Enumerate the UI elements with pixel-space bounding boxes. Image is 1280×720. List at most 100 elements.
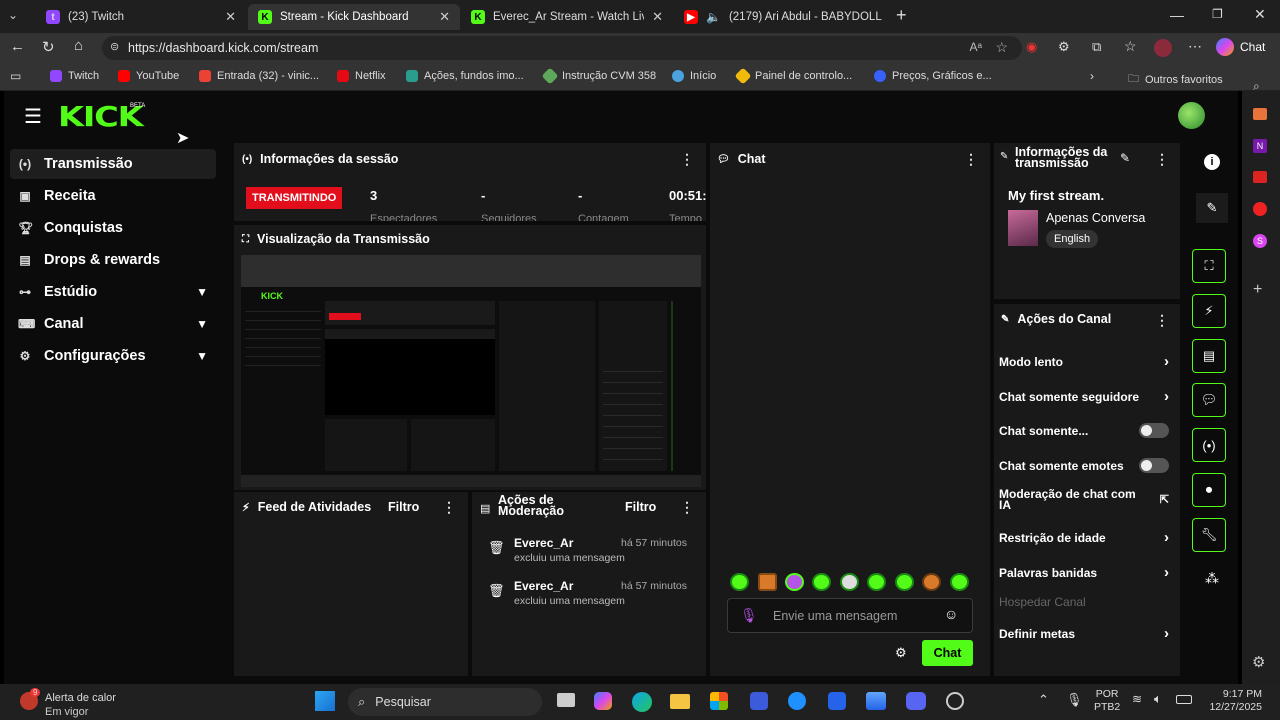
bookmark-twitch[interactable]: Twitch [50,70,99,82]
action-ai-moderation[interactable]: Moderação de chat com IA ⇱ [999,488,1169,511]
favorites-icon[interactable]: ☆ [1124,38,1137,55]
app-s-icon[interactable]: S [1253,234,1267,248]
info-icon[interactable]: i [1204,154,1220,170]
read-aloud-icon[interactable]: Aᵃ [970,40,982,54]
chat-settings-icon[interactable]: ⚙ [895,645,907,661]
microphone-icon[interactable]: 🎙︎ [740,607,758,624]
chevron-down-icon[interactable]: ▼ [196,317,208,331]
onenote-icon[interactable]: N [1253,139,1267,153]
reload-icon[interactable]: ↻ [42,38,55,56]
chevron-down-icon[interactable]: ▼ [196,349,208,363]
nav-drops[interactable]: ▤ Drops & rewards [10,245,216,275]
bookmark-cvm[interactable]: Instrução CVM 358 [541,67,656,85]
chevron-down-icon[interactable]: ▼ [196,285,208,299]
favorite-star-icon[interactable]: ☆ [995,39,1008,56]
split-screen-icon[interactable]: ⧉ [1092,39,1101,55]
minimize-button[interactable]: — [1170,7,1184,23]
youtube-icon[interactable] [1253,202,1267,216]
action-followers-only[interactable]: Chat somente seguidore › [999,388,1169,405]
apps-icon[interactable]: ⁂ [1205,570,1219,587]
video-toggle-icon[interactable]: ⏺ [1192,473,1226,507]
subscribers-only-toggle[interactable] [1139,423,1169,438]
user-avatar[interactable] [1178,102,1205,129]
collections-icon[interactable]: ▭ [10,69,21,83]
nav-configuracoes[interactable]: ⚙ Configurações ▼ [10,341,216,371]
nav-receita[interactable]: ▣ Receita [10,181,216,211]
emote-icon[interactable] [812,573,831,591]
emote-icon[interactable] [758,573,777,591]
bookmark-gmail[interactable]: Entrada (32) - vinic... [199,70,319,82]
home-icon[interactable]: ⌂ [74,37,83,54]
wifi-icon[interactable]: ≋ [1132,692,1142,706]
more-options-icon[interactable]: ⋮ [1155,312,1169,329]
edit-icon[interactable]: ✎ [1120,151,1130,165]
emoji-icon[interactable]: ☺ [944,606,958,622]
action-age-restriction[interactable]: Restrição de idade › [999,529,1169,546]
bookmark-netflix[interactable]: Netflix [337,70,386,82]
emotes-only-toggle[interactable] [1139,458,1169,473]
copilot-taskbar-icon[interactable] [594,692,612,710]
emote-icon[interactable] [785,573,804,591]
more-options-icon[interactable]: ⋮ [964,151,978,168]
action-subscribers-only[interactable]: Chat somente... [999,423,1169,438]
session-toggle-icon[interactable]: (•) [1192,428,1226,462]
new-tab-button[interactable]: + [896,5,907,26]
more-icon[interactable]: ⋯ [1188,38,1202,55]
profile-avatar[interactable] [1154,39,1172,57]
tools-icon[interactable] [1253,108,1267,120]
emote-icon[interactable] [895,573,914,591]
tab-actions-button[interactable]: ⌄ [8,8,28,26]
more-options-icon[interactable]: ⋮ [680,151,694,168]
emote-icon[interactable] [922,573,941,591]
copilot-button[interactable]: Chat [1216,38,1265,56]
site-info-icon[interactable]: ⊜ [110,40,119,53]
bookmark-acoes[interactable]: Ações, fundos imo... [406,70,524,82]
more-options-icon[interactable]: ⋮ [1155,151,1169,168]
settings-icon[interactable]: ⚙ [1252,653,1265,671]
edit-panel-icon[interactable]: ✎ [1196,193,1228,223]
more-options-icon[interactable]: ⋮ [442,499,456,516]
add-icon[interactable]: + [1253,281,1262,299]
close-icon[interactable]: ✕ [225,9,236,25]
chat-toggle-icon[interactable]: 💬︎ [1192,383,1226,417]
battery-icon[interactable] [1176,695,1192,704]
app-taskbar-icon[interactable] [788,692,806,710]
weather-widget[interactable]: 9 Alerta de calor Em vigor [20,688,130,718]
back-icon[interactable]: ← [10,38,25,55]
chevron-right-icon[interactable]: › [1090,69,1094,83]
discord-taskbar-icon[interactable] [906,692,926,710]
activity-toggle-icon[interactable]: ⚡︎ [1192,294,1226,328]
task-view-icon[interactable] [557,693,575,707]
bookmark-precos[interactable]: Preços, Gráficos e... [874,70,992,82]
url-field[interactable]: ⊜ https://dashboard.kick.com/stream Aᵃ ☆ [102,36,1022,60]
preview-toggle-icon[interactable]: ⛶ [1192,249,1226,283]
action-emotes-only[interactable]: Chat somente emotes [999,458,1169,473]
chevron-up-icon[interactable]: ⌃ [1038,692,1049,708]
action-set-goals[interactable]: Definir metas › [999,625,1169,642]
volume-icon[interactable]: 🔈︎ [1154,691,1162,707]
close-icon[interactable]: ✕ [439,9,450,25]
close-icon[interactable]: ✕ [652,9,663,25]
menu-icon[interactable]: ☰ [24,104,42,129]
bookmark-inicio[interactable]: Início [672,70,716,82]
explorer-taskbar-icon[interactable] [670,694,690,709]
tab-youtube[interactable]: ▶ 🔈 (2179) Ari Abdul - BABYDOLL ✕ [674,4,888,30]
nav-estudio[interactable]: ⊶ Estúdio ▼ [10,277,216,307]
clock[interactable]: 9:17 PM 12/27/2025 [1204,688,1262,714]
emote-icon[interactable] [950,573,969,591]
message-input[interactable]: 🎙︎ Envie uma mensagem ☺ [727,598,973,633]
store-taskbar-icon[interactable] [710,692,728,710]
bookmark-binance[interactable]: Painel de controlo... [734,67,852,85]
tools-toggle-icon[interactable]: 🔧︎ [1192,518,1226,552]
app-taskbar-icon[interactable] [828,692,846,710]
emote-icon[interactable] [840,573,859,591]
action-banned-words[interactable]: Palavras banidas › [999,564,1169,581]
microphone-icon[interactable]: 🎙︎ [1066,692,1083,708]
moderation-filter-button[interactable]: Filtro [625,500,656,514]
start-button[interactable] [315,691,335,711]
tab-twitch[interactable]: t (23) Twitch ✕ [36,4,246,30]
tab-kick-dashboard[interactable]: K Stream - Kick Dashboard ✕ [248,4,460,30]
app-icon[interactable] [1253,171,1267,183]
photos-taskbar-icon[interactable] [866,692,886,710]
chat-send-button[interactable]: Chat [922,640,973,666]
